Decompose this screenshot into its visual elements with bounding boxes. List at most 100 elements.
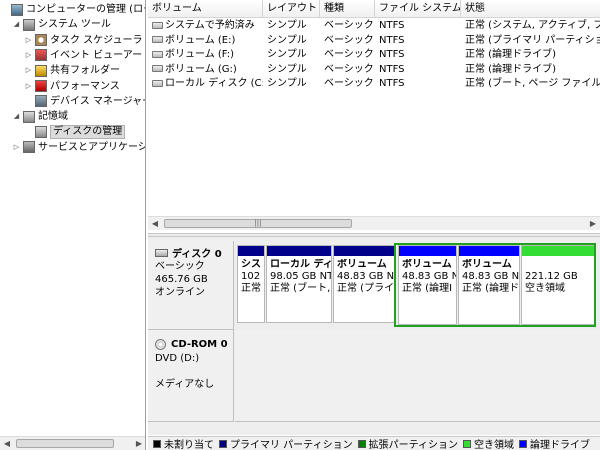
legend-swatch — [463, 439, 471, 448]
partition-info: シス 102 正常 — [241, 259, 264, 295]
table-row[interactable]: ボリューム (F:) シンプル ベーシック NTFS 正常 (論理ドライブ) — [148, 48, 600, 62]
cell-text: ボリューム (G:) — [165, 63, 237, 75]
partition-block[interactable]: ボリューム 48.83 GB N 正常 (プライ — [333, 245, 396, 323]
expand-toggle-icon[interactable]: ◢ — [12, 109, 21, 124]
cell-text: ベーシック — [324, 63, 374, 75]
table-row[interactable]: ボリューム (G:) シンプル ベーシック NTFS 正常 (論理ドライブ) — [148, 63, 600, 77]
column-header-filesystem[interactable]: ファイル システム — [375, 0, 461, 18]
expand-toggle-icon[interactable]: ▷ — [24, 79, 33, 94]
tree-horizontal-scrollbar[interactable]: ◀ ▶ — [0, 436, 145, 450]
disk-0-title: ディスク 0 — [172, 249, 222, 260]
legend-item: 拡張パーティション — [357, 437, 458, 450]
tree-item-performance[interactable]: ▷ パフォーマンス — [24, 79, 120, 94]
partition-status: 正常 (プライ — [337, 283, 395, 294]
partition-info: ボリューム 48.83 GB N 正常 (プライ — [337, 259, 395, 295]
cell-layout: シンプル — [263, 19, 320, 33]
partition-size: 98.05 GB NT — [270, 271, 331, 282]
volume-list-horizontal-scrollbar[interactable]: ◀ ||| ▶ — [148, 216, 600, 230]
partition-color-bar — [334, 246, 395, 256]
tree-item-computer-management[interactable]: コンピューターの管理 (ローカル) — [0, 2, 145, 17]
legend-item: プライマリ パーティション — [219, 437, 353, 450]
cell-fs: NTFS — [375, 77, 461, 91]
cell-text: ボリューム (E:) — [165, 34, 236, 46]
cell-text: ベーシック — [324, 49, 374, 60]
cell-type: ベーシック — [320, 34, 375, 48]
column-header-layout[interactable]: レイアウト — [263, 0, 320, 18]
drive-icon — [152, 36, 163, 43]
cdrom-0-label[interactable]: CD-ROM 0 DVD (D:) メディアなし — [148, 330, 234, 422]
partition-block[interactable]: シス 102 正常 — [237, 245, 265, 323]
services-apps-icon — [23, 141, 35, 154]
drive-icon — [152, 21, 163, 29]
tree-item-shared-folders[interactable]: ▷ 共有フォルダー — [24, 63, 120, 78]
cdrom-0-media-area[interactable] — [235, 330, 600, 422]
legend-swatch — [219, 439, 227, 448]
cell-text: シンプル — [267, 49, 307, 60]
legend-swatch — [153, 439, 161, 448]
partition-status: 正常 — [241, 283, 261, 294]
scroll-right-icon[interactable]: ▶ — [586, 217, 600, 230]
expand-toggle-icon[interactable]: ▷ — [24, 33, 33, 48]
column-header-status[interactable]: 状態 — [461, 0, 600, 18]
cdrom-0-status: メディアなし — [155, 379, 215, 390]
disk-0-size: 465.76 GB — [155, 274, 208, 285]
expand-toggle-icon[interactable]: ▷ — [24, 63, 33, 78]
cell-text: シンプル — [267, 63, 307, 75]
disk-0-label[interactable]: ディスク 0 ベーシック 465.76 GB オンライン — [148, 241, 234, 330]
table-row[interactable]: ローカル ディスク (C:) シンプル ベーシック NTFS 正常 (ブート, ページ … — [148, 77, 600, 91]
tree-item-device-manager[interactable]: デバイス マネージャー — [24, 94, 145, 109]
column-header-volume[interactable]: ボリューム — [148, 0, 263, 18]
tree-item-event-viewer[interactable]: ▷ イベント ビューアー — [24, 48, 142, 63]
tree-item-system-tools[interactable]: ◢ システム ツール — [12, 17, 111, 32]
cell-text: 正常 (システム, アクティブ, プライマリ パーティション) — [465, 20, 600, 31]
disk-graphical-view: ディスク 0 ベーシック 465.76 GB オンライン シス 102 正常 ローカル… — [148, 237, 600, 435]
partition-color-bar — [238, 246, 264, 256]
cell-layout: シンプル — [263, 63, 320, 77]
tree-item-storage[interactable]: ◢ 記憶域 — [12, 109, 68, 124]
partition-size: 48.83 GB N — [337, 271, 395, 282]
cell-text: 正常 (論理ドライブ) — [465, 63, 556, 75]
expand-toggle-icon[interactable]: ▷ — [12, 140, 21, 155]
cell-text: シンプル — [267, 34, 307, 46]
cell-type: ベーシック — [320, 63, 375, 77]
table-row[interactable]: ボリューム (E:) シンプル ベーシック NTFS 正常 (プライマリ パーティション… — [148, 34, 600, 48]
cell-fs: NTFS — [375, 63, 461, 77]
tree-item-label: パフォーマンス — [50, 80, 120, 92]
legend-label: プライマリ パーティション — [230, 440, 353, 450]
partition-block[interactable]: ローカル ディ 98.05 GB NT 正常 (ブート, — [266, 245, 332, 323]
tree-item-services-apps[interactable]: ▷ サービスとアプリケーション — [12, 140, 145, 155]
table-row[interactable]: システムで予約済み シンプル ベーシック NTFS 正常 (システム, アクティブ, プ… — [148, 19, 600, 33]
cell-fs: NTFS — [375, 48, 461, 62]
legend-label: 拡張パーティション — [368, 440, 458, 450]
partition-size: 102 — [241, 271, 261, 282]
cell-volume: システムで予約済み — [148, 19, 263, 33]
tree-item-disk-management[interactable]: ディスクの管理 — [24, 124, 126, 139]
cell-text: ボリューム (F:) — [165, 49, 235, 60]
extended-partition-frame — [394, 243, 596, 327]
tree-item-task-scheduler[interactable]: ▷ タスク スケジューラ — [24, 33, 142, 48]
cell-layout: シンプル — [263, 77, 320, 91]
cell-text: 正常 (プライマリ パーティション) — [465, 34, 600, 46]
scroll-thumb[interactable] — [16, 439, 114, 448]
scroll-thumb[interactable]: ||| — [164, 219, 352, 228]
cell-volume: ボリューム (F:) — [148, 48, 263, 62]
cell-status: 正常 (システム, アクティブ, プライマリ パーティション) — [461, 19, 600, 33]
volume-list-header: ボリューム レイアウト 種類 ファイル システム 状態 — [148, 0, 600, 18]
cell-type: ベーシック — [320, 77, 375, 91]
expand-toggle-icon[interactable]: ◢ — [12, 17, 21, 32]
cell-volume: ローカル ディスク (C:) — [148, 77, 263, 91]
legend-swatch — [519, 439, 527, 448]
cell-text: システムで予約済み — [165, 20, 255, 31]
scroll-left-icon[interactable]: ◀ — [0, 437, 14, 450]
partition-name: ローカル ディ — [270, 259, 331, 270]
cell-status: 正常 (プライマリ パーティション) — [461, 34, 600, 48]
expand-toggle-icon[interactable]: ▷ — [24, 48, 33, 63]
scroll-right-icon[interactable]: ▶ — [132, 437, 145, 450]
partition-name: ボリューム — [337, 259, 387, 270]
cell-status: 正常 (論理ドライブ) — [461, 63, 600, 77]
column-header-type[interactable]: 種類 — [320, 0, 375, 18]
tree-item-label: コンピューターの管理 (ローカル) — [26, 4, 145, 15]
cell-volume: ボリューム (E:) — [148, 34, 263, 48]
hard-disk-icon — [155, 248, 168, 257]
scroll-left-icon[interactable]: ◀ — [148, 217, 162, 230]
